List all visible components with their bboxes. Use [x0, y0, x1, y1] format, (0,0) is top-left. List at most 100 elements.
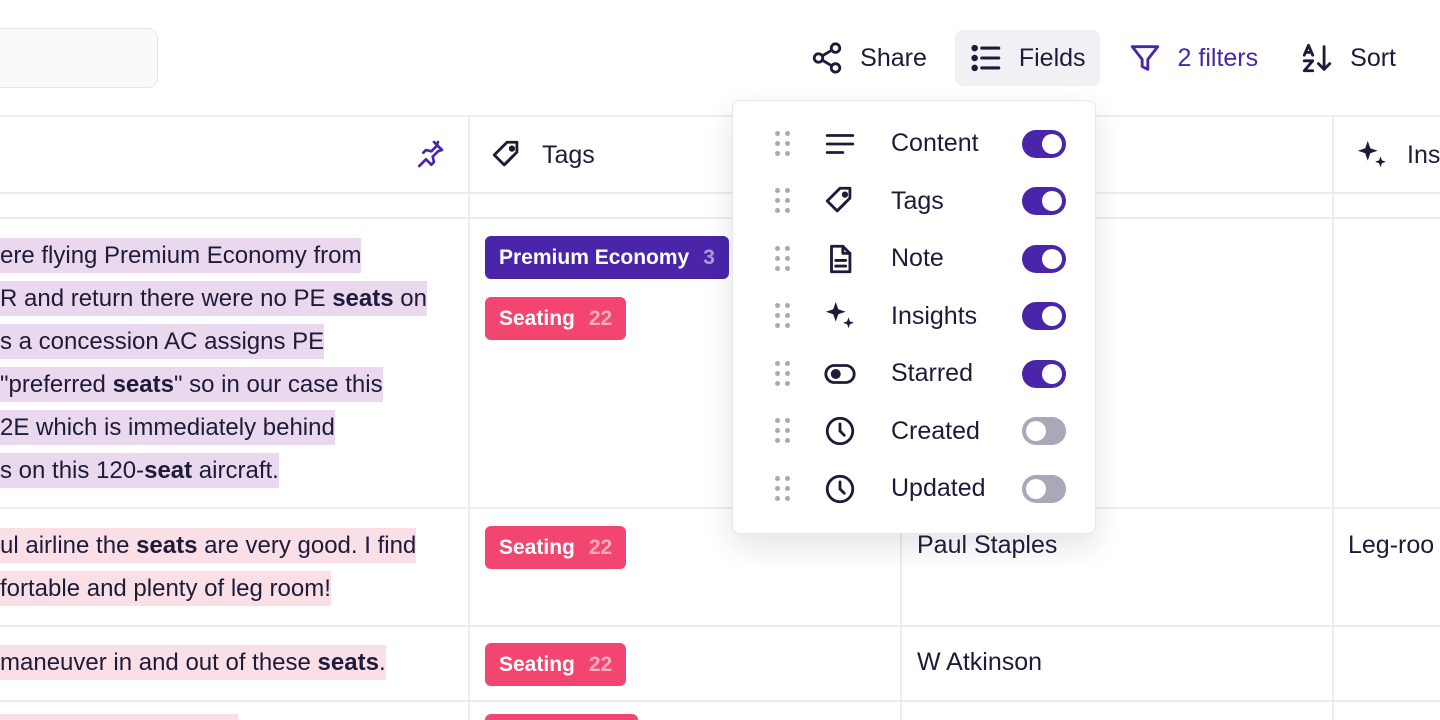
tag-badge[interactable]: Premium Economy 3: [485, 236, 729, 279]
content-cell[interactable]: ul airline the seats are very good. I fi…: [0, 524, 455, 610]
drag-handle-icon[interactable]: [775, 245, 791, 272]
drag-handle-icon[interactable]: [775, 188, 791, 214]
field-label: Starred: [891, 359, 973, 388]
text: ul airline the: [0, 532, 137, 559]
pin-icon[interactable]: [414, 138, 446, 170]
column-divider: [468, 115, 470, 720]
keyword: seats: [317, 649, 379, 676]
field-toggle[interactable]: [1022, 187, 1066, 216]
keyword: seats: [136, 532, 198, 559]
sort-button[interactable]: Sort: [1286, 30, 1410, 86]
row-divider: [0, 217, 1440, 219]
field-item-tags[interactable]: Tags: [733, 173, 1095, 231]
text: s on this 120-: [0, 457, 145, 484]
field-item-note[interactable]: Note: [733, 230, 1095, 288]
tag-label: Seating: [499, 535, 575, 559]
content-line: fortable and plenty of leg room!: [0, 571, 331, 606]
insight-cell: Leg-roo: [1348, 531, 1435, 559]
field-label: Updated: [891, 474, 986, 503]
text: are very good. I find: [197, 532, 417, 559]
keyword: seat: [144, 457, 193, 484]
sort-label: Sort: [1350, 43, 1396, 72]
filter-icon: [1130, 45, 1159, 71]
column-header-tags[interactable]: Tags: [490, 118, 595, 192]
header-bottom-border: [0, 192, 1440, 194]
filters-button[interactable]: 2 filters: [1114, 30, 1273, 86]
tag-badge[interactable]: Seating 22: [485, 297, 627, 340]
clock-icon: [825, 474, 855, 503]
toggle-pill-icon: [824, 363, 856, 384]
field-item-updated[interactable]: Updated: [733, 460, 1095, 518]
tag-label: Seating: [499, 306, 575, 330]
content-cell[interactable]: maneuver in and out of these seats.: [0, 641, 455, 684]
field-label: Tags: [891, 186, 944, 215]
field-toggle[interactable]: [1022, 474, 1066, 503]
content-line: R and return there were no PE seats on: [0, 281, 427, 316]
tag-badge[interactable]: [485, 714, 638, 720]
text: ere flying Premium Economy from: [0, 242, 362, 269]
text: fortable and plenty of leg room!: [0, 575, 331, 602]
tag-icon: [825, 187, 852, 213]
fields-menu: Content Tags Note Insights Starred Creat…: [732, 100, 1096, 534]
field-toggle[interactable]: [1022, 417, 1066, 446]
field-item-created[interactable]: Created: [733, 403, 1095, 461]
text: R and return there were no PE: [0, 285, 333, 312]
column-divider: [1332, 115, 1334, 720]
tag-label: Premium Economy: [499, 245, 690, 269]
text: "preferred: [0, 371, 113, 398]
column-header-label: Ins: [1407, 140, 1440, 169]
row-divider: [0, 700, 1440, 702]
sparkles-icon: [1357, 140, 1386, 168]
tag-count: 3: [703, 245, 715, 269]
tag-count: 22: [588, 652, 613, 676]
list-icon: [971, 44, 1001, 72]
toolbar: Share Fields 2 filters Sort: [796, 30, 1410, 86]
field-item-starred[interactable]: Starred: [733, 345, 1095, 403]
fields-label: Fields: [1018, 43, 1086, 72]
fields-button[interactable]: Fields: [954, 30, 1100, 86]
search-input[interactable]: [0, 28, 158, 88]
field-label: Insights: [891, 301, 978, 330]
field-item-insights[interactable]: Insights: [733, 288, 1095, 346]
tag-badge[interactable]: Seating 22: [485, 643, 627, 686]
content-line: maneuver in and out of these seats.: [0, 645, 386, 680]
field-toggle[interactable]: [1022, 244, 1066, 273]
content-line: [0, 714, 238, 720]
row-divider: [0, 625, 1440, 627]
drag-handle-icon[interactable]: [775, 303, 791, 329]
field-toggle[interactable]: [1022, 129, 1066, 158]
field-toggle[interactable]: [1022, 359, 1066, 388]
filters-label: 2 filters: [1177, 43, 1259, 72]
content-line: s on this 120-seat aircraft.: [0, 453, 279, 488]
field-label: Content: [891, 129, 979, 158]
drag-handle-icon[interactable]: [775, 475, 791, 502]
clock-icon: [825, 417, 855, 446]
text: .: [378, 649, 386, 676]
drag-handle-icon[interactable]: [775, 130, 791, 157]
share-icon: [812, 42, 842, 74]
field-label: Note: [891, 244, 944, 273]
tag-count: 22: [588, 306, 613, 330]
column-header-label: Tags: [542, 140, 595, 169]
tag-label: Seating: [499, 652, 575, 676]
content-cell[interactable]: ere flying Premium Economy from R and re…: [0, 234, 455, 492]
keyword: seats: [112, 371, 174, 398]
share-button[interactable]: Share: [796, 30, 941, 86]
content-line: ere flying Premium Economy from: [0, 238, 362, 273]
tag-count: 22: [588, 535, 613, 559]
field-item-content[interactable]: Content: [733, 115, 1095, 173]
column-header-insights[interactable]: Ins: [1355, 118, 1440, 192]
content-line: "preferred seats" so in our case this: [0, 367, 383, 402]
content-line: s a concession AC assigns PE: [0, 324, 325, 359]
document-icon: [830, 244, 852, 273]
content-line: ul airline the seats are very good. I fi…: [0, 528, 417, 563]
content-line: 2E which is immediately behind: [0, 410, 335, 445]
tag-badge[interactable]: Seating 22: [485, 526, 627, 569]
drag-handle-icon[interactable]: [775, 418, 791, 444]
drag-handle-icon[interactable]: [775, 360, 791, 387]
field-toggle[interactable]: [1022, 302, 1066, 331]
text: s a concession AC assigns PE: [0, 328, 325, 355]
text: on: [393, 285, 427, 312]
tag-icon: [492, 140, 519, 167]
name-cell: W Atkinson: [917, 648, 1043, 676]
